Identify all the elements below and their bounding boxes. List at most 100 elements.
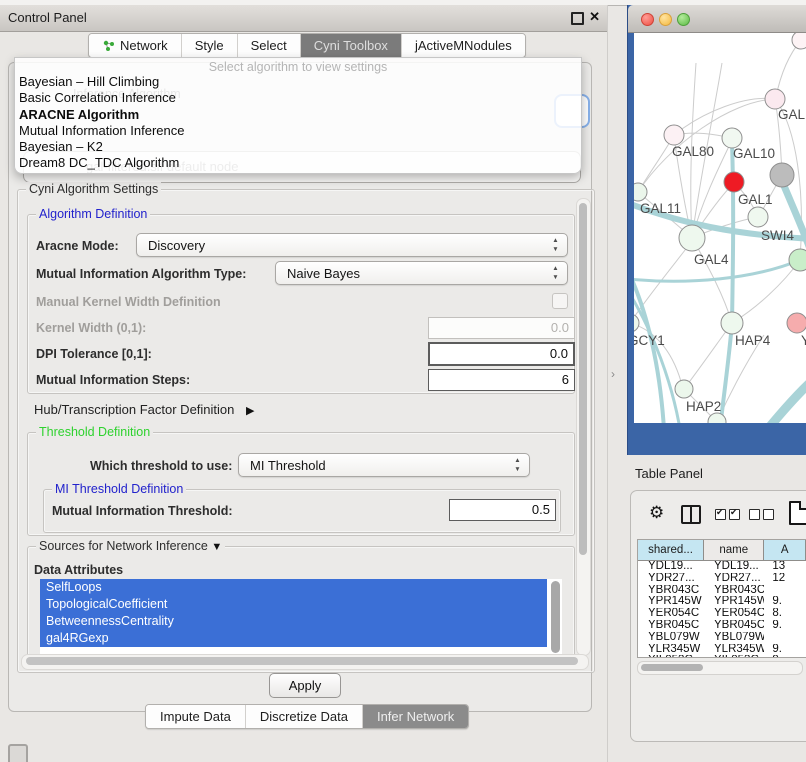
aracne-mode-combo[interactable]: Discovery ▲▼	[136, 233, 568, 257]
mi-threshold-group: MI Threshold Definition Mutual Informati…	[43, 489, 561, 533]
network-node-label: GCY1	[634, 333, 665, 348]
network-node-hap4[interactable]	[721, 312, 743, 334]
network-node[interactable]	[789, 249, 806, 271]
network-node-y[interactable]	[787, 313, 806, 333]
splitter-handle[interactable]: ›	[611, 367, 615, 381]
tab-jactivemnodules[interactable]: jActiveMNodules	[401, 34, 525, 57]
table-row[interactable]: YDR27...YDR27...12	[638, 573, 806, 585]
checked-rows-icon[interactable]: ✔	[715, 509, 726, 520]
dpi-tolerance-field[interactable]: 0.0	[428, 342, 575, 366]
tab-network[interactable]: Network	[89, 34, 181, 57]
network-node-label: HAP2	[686, 399, 721, 414]
data-attributes-list[interactable]: SelfLoopsTopologicalCoefficientBetweenne…	[40, 579, 562, 659]
network-node-gal4[interactable]	[679, 225, 705, 251]
network-edge[interactable]	[720, 323, 732, 423]
network-node-swi4[interactable]	[748, 207, 768, 227]
table-header-cell[interactable]: name	[704, 540, 764, 561]
hub-definition-toggle[interactable]: Hub/Transcription Factor Definition ▶	[34, 402, 254, 417]
network-node-gal11[interactable]	[634, 183, 647, 201]
sources-group: Sources for Network Inference ▼ Data Att…	[27, 546, 575, 667]
network-node[interactable]	[770, 163, 794, 187]
network-edge[interactable]	[756, 379, 806, 423]
close-window-icon[interactable]	[641, 13, 654, 26]
table-row[interactable]: YER054CYER054C8.	[638, 608, 806, 620]
tab-impute-data[interactable]: Impute Data	[146, 705, 245, 728]
table-row[interactable]: YLR345WYLR345W9.	[638, 644, 806, 656]
table-row[interactable]: YBR045CYBR045C9.	[638, 620, 806, 632]
tab-infer-network[interactable]: Infer Network	[362, 705, 468, 728]
table-header-cell[interactable]: shared...	[638, 540, 704, 561]
unchecked-rows-icon-2[interactable]	[763, 509, 774, 520]
float-panel-icon[interactable]	[571, 12, 584, 25]
mi-steps-field[interactable]: 6	[428, 369, 575, 391]
combo-spinner-icon: ▲▼	[551, 265, 560, 282]
network-node-gal[interactable]	[765, 89, 785, 109]
table-row[interactable]: YIL052CYIL052C9	[638, 655, 806, 657]
data-attribute-item[interactable]: BetweennessCentrality	[40, 613, 547, 630]
table-toolbar: ⚙ ✔ ✔	[631, 499, 806, 533]
mi-threshold-field[interactable]: 0.5	[449, 499, 556, 521]
tab-style[interactable]: Style	[181, 34, 237, 57]
apply-button[interactable]: Apply	[269, 673, 341, 698]
network-edge[interactable]	[674, 98, 775, 135]
algorithm-option[interactable]: Bayesian – K2	[15, 139, 581, 155]
sources-group-title[interactable]: Sources for Network Inference ▼	[36, 539, 225, 553]
data-attribute-item[interactable]: TopologicalCoefficient	[40, 596, 547, 613]
data-attribute-item[interactable]: SelfLoops	[40, 579, 547, 596]
tab-discretize-data[interactable]: Discretize Data	[245, 705, 362, 728]
algorithm-option[interactable]: ARACNE Algorithm	[15, 107, 581, 123]
algorithm-option[interactable]: Dream8 DC_TDC Algorithm	[15, 155, 581, 171]
network-node-hap2[interactable]	[675, 380, 693, 398]
table-row[interactable]: YDL19...YDL19...13	[638, 561, 806, 573]
network-edge[interactable]	[732, 143, 733, 323]
close-panel-icon[interactable]: ✕	[589, 9, 600, 25]
network-node-gcy1[interactable]	[634, 314, 639, 332]
minimize-window-icon[interactable]	[659, 13, 672, 26]
manual-kernel-width-checkbox[interactable]	[552, 293, 568, 309]
zoom-window-icon[interactable]	[677, 13, 690, 26]
network-node-gal1[interactable]	[724, 172, 744, 192]
column-layout-icon[interactable]	[681, 505, 701, 524]
manual-kernel-width-label: Manual Kernel Width Definition	[36, 295, 221, 309]
checked-rows-icon-2[interactable]: ✔	[729, 509, 740, 520]
mi-threshold-label: Mutual Information Threshold:	[52, 504, 233, 518]
network-node-label: GAL80	[672, 144, 714, 159]
document-icon[interactable]	[789, 501, 806, 525]
data-attribute-item[interactable]: gal4RGexp	[40, 630, 547, 647]
dpi-tolerance-label: DPI Tolerance [0,1]:	[36, 347, 152, 361]
unchecked-rows-icon[interactable]	[749, 509, 760, 520]
mi-algorithm-type-label: Mutual Information Algorithm Type:	[36, 267, 246, 281]
tab-select[interactable]: Select	[237, 34, 300, 57]
tab-select-label: Select	[251, 38, 287, 53]
table-row[interactable]: YPR145WYPR145W9.	[638, 596, 806, 608]
list-scrollbar[interactable]	[551, 581, 560, 653]
mi-algorithm-type-combo[interactable]: Naive Bayes ▲▼	[275, 261, 568, 285]
table-row[interactable]: YBR043CYBR043C	[638, 585, 806, 597]
table-header-cell[interactable]: A	[764, 540, 806, 561]
aracne-mode-label: Aracne Mode:	[36, 239, 119, 253]
network-node-gal10[interactable]	[722, 128, 742, 148]
node-table[interactable]: shared...nameA YDL19...YDL19...13YDR27..…	[637, 539, 806, 658]
network-node-label: SWI4	[761, 228, 794, 243]
table-cell: YDL19...	[704, 561, 764, 573]
aracne-mode-value: Discovery	[148, 238, 205, 253]
table-cell: YDR27...	[704, 573, 764, 585]
cyni-algorithm-settings-group: Cyni Algorithm Settings Algorithm Defini…	[17, 189, 595, 673]
algorithm-option[interactable]: Bayesian – Hill Climbing	[15, 74, 581, 90]
table-row[interactable]: YBL079WYBL079W	[638, 632, 806, 644]
network-window-titlebar[interactable]	[628, 5, 806, 33]
table-horizontal-scrollbar[interactable]	[637, 661, 803, 675]
network-node-label: GAL10	[733, 146, 775, 161]
kernel-width-field[interactable]: 0.0	[428, 317, 575, 339]
dock-panel-icon[interactable]	[8, 744, 28, 762]
tab-cyni-toolbox[interactable]: Cyni Toolbox	[300, 34, 401, 57]
network-canvas[interactable]: GALGAL80GAL10GAL11GAL1SWI4GAL4GCY1HAP4YH…	[634, 33, 806, 423]
algorithm-option[interactable]: Mutual Information Inference	[15, 123, 581, 139]
gear-icon[interactable]: ⚙	[649, 503, 664, 523]
network-node[interactable]	[792, 33, 806, 49]
which-threshold-combo[interactable]: MI Threshold ▲▼	[238, 453, 530, 477]
settings-vertical-scrollbar[interactable]	[576, 198, 591, 656]
algorithm-option[interactable]: Basic Correlation Inference	[15, 90, 581, 106]
settings-horizontal-scrollbar[interactable]	[21, 654, 589, 670]
network-node-gal80[interactable]	[664, 125, 684, 145]
